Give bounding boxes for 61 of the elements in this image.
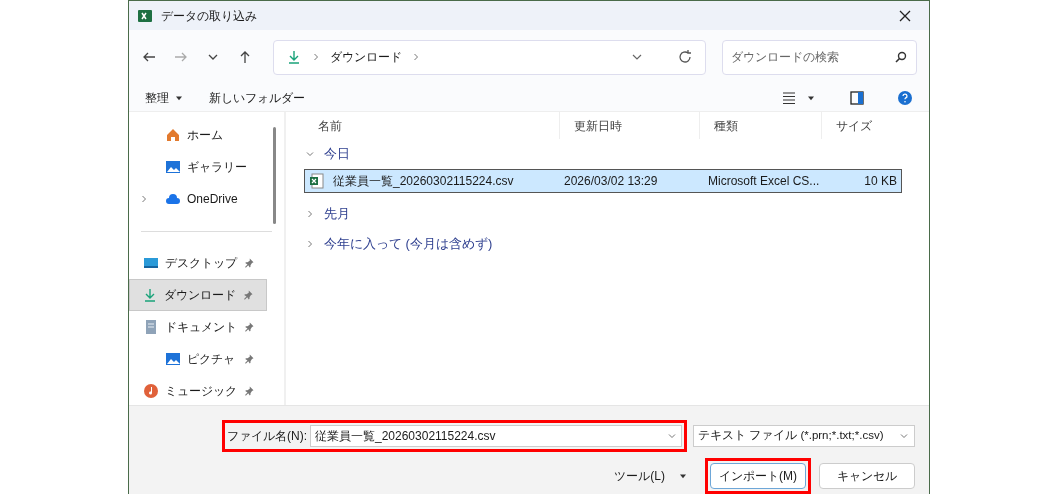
spreadsheet-file-icon bbox=[309, 173, 325, 189]
pictures-icon bbox=[165, 351, 181, 367]
pin-icon bbox=[243, 321, 255, 333]
file-name-field[interactable]: 従業員一覧_20260302115224.csv bbox=[310, 425, 682, 447]
type-cell-text: Microsoft Excel CS... bbox=[707, 173, 821, 190]
sidebar-label: ドキュメント bbox=[165, 319, 237, 336]
group-header[interactable]: 今年に入って (今月は含めず) bbox=[304, 229, 911, 259]
view-list-icon[interactable] bbox=[781, 89, 797, 106]
pin-icon bbox=[243, 385, 255, 397]
new-folder-button[interactable]: 新しいフォルダー bbox=[209, 88, 305, 107]
cloud-icon bbox=[165, 191, 181, 207]
window-title: データの取り込み bbox=[161, 7, 257, 25]
column-header[interactable]: 更新日時 bbox=[559, 112, 699, 139]
excel-icon bbox=[137, 7, 153, 24]
sidebar-item[interactable]: ホーム bbox=[129, 119, 267, 151]
sidebar-label: OneDrive bbox=[187, 191, 239, 208]
tools-menu[interactable]: ツール(L) bbox=[614, 467, 689, 485]
file-row[interactable]: 従業員一覧_20260302115224.csv 2026/03/02 13:29 Microsoft Excel CS... 10 KB bbox=[304, 169, 902, 193]
sidebar-item[interactable]: ギャラリー bbox=[129, 151, 267, 183]
address-bar[interactable]: ダウンロード bbox=[273, 39, 707, 75]
sidebar-label: デスクトップ bbox=[165, 255, 237, 272]
file-name-label: ファイル名(N): bbox=[227, 428, 307, 445]
import-button[interactable]: インポート(M) bbox=[710, 463, 806, 489]
cancel-button[interactable]: キャンセル bbox=[819, 463, 915, 489]
music-icon bbox=[143, 383, 159, 399]
desktop-icon bbox=[143, 255, 159, 271]
column-header[interactable]: サイズ bbox=[821, 112, 902, 139]
download-icon bbox=[286, 49, 302, 66]
file-name: 従業員一覧_20260302115224.csv bbox=[333, 173, 514, 190]
column-header[interactable]: 名前 bbox=[304, 112, 559, 139]
sidebar-item[interactable]: OneDrive bbox=[129, 183, 267, 215]
sidebar-item[interactable]: ミュージック bbox=[129, 375, 267, 407]
sidebar-label: ホーム bbox=[187, 127, 224, 144]
sidebar-item[interactable]: ダウンロード bbox=[129, 279, 267, 311]
column-header[interactable]: 種類 bbox=[699, 112, 821, 139]
breadcrumb[interactable]: ダウンロード bbox=[330, 48, 402, 67]
download-icon bbox=[142, 287, 158, 303]
search-field[interactable]: ダウンロードの検索 bbox=[722, 39, 917, 75]
refresh-icon[interactable] bbox=[677, 49, 694, 66]
group-header[interactable]: 今日 bbox=[304, 139, 911, 169]
organize-menu[interactable]: 整理 bbox=[145, 88, 185, 107]
size-cell-text: 10 KB bbox=[863, 173, 898, 190]
scrollbar-thumb[interactable] bbox=[273, 127, 276, 224]
sidebar-label: ギャラリー bbox=[187, 159, 248, 176]
help-icon[interactable] bbox=[897, 89, 913, 106]
sidebar-item[interactable]: ピクチャ bbox=[129, 343, 267, 375]
modified-cell-text: 2026/03/02 13:29 bbox=[563, 173, 659, 190]
sidebar-item[interactable]: ドキュメント bbox=[129, 311, 267, 343]
gallery-icon bbox=[165, 159, 181, 175]
group-header[interactable]: 先月 bbox=[304, 199, 911, 229]
pin-icon bbox=[243, 257, 255, 269]
document-icon bbox=[143, 319, 159, 335]
file-type-dropdown[interactable]: テキスト ファイル (*.prn;*.txt;*.csv) bbox=[693, 425, 915, 447]
preview-pane-icon[interactable] bbox=[849, 89, 865, 106]
sidebar-label: ピクチャ bbox=[187, 351, 236, 368]
pin-icon bbox=[242, 289, 254, 301]
pin-icon bbox=[243, 353, 255, 365]
sidebar-label: ダウンロード bbox=[164, 287, 236, 304]
sidebar-label: ミュージック bbox=[165, 383, 237, 400]
sidebar-item[interactable]: デスクトップ bbox=[129, 247, 267, 279]
home-icon bbox=[165, 127, 181, 143]
